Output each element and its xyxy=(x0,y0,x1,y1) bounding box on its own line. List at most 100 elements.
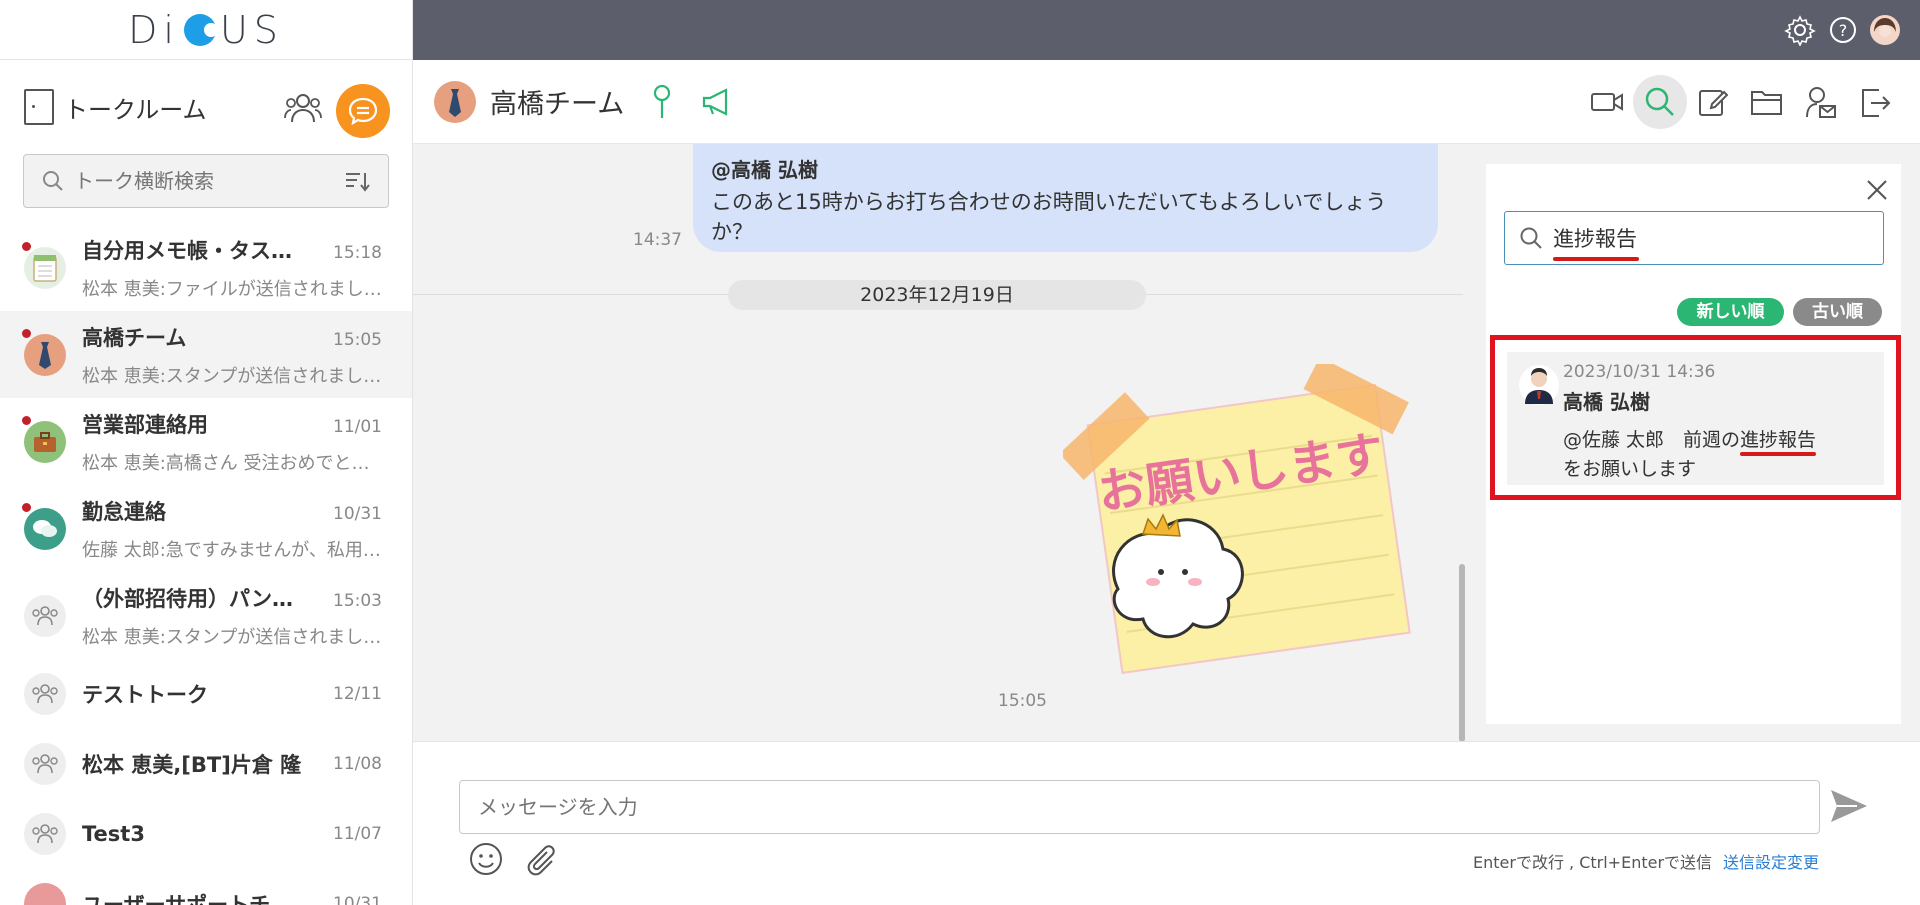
result-user-avatar xyxy=(1519,365,1559,405)
talk-item[interactable]: Test3 11/07 xyxy=(0,799,412,869)
send-icon[interactable] xyxy=(1828,786,1870,826)
talk-avatar xyxy=(24,813,66,855)
leave-talk-button[interactable] xyxy=(1851,78,1899,126)
user-avatar-icon[interactable] xyxy=(1869,14,1901,46)
message-mention: @高橋 弘樹 xyxy=(711,158,818,182)
talk-item[interactable]: 高橋チーム 15:05 松本 恵美:スタンプが送信されまし… xyxy=(0,311,412,398)
gear-icon[interactable] xyxy=(1784,14,1816,46)
logo-mark-icon xyxy=(183,13,218,46)
emoji-icon[interactable] xyxy=(469,842,503,876)
necktie-icon xyxy=(449,88,461,117)
video-camera-icon xyxy=(1591,93,1623,111)
message-search-input[interactable]: 進捗報告 xyxy=(1504,211,1884,265)
logo-text-left: Di xyxy=(128,7,180,52)
talk-name: Test3 xyxy=(82,822,145,846)
svg-text:?: ? xyxy=(1839,21,1848,40)
briefcase-icon xyxy=(34,431,56,452)
talk-item[interactable]: ユーザーサポートチ… 10/31 xyxy=(0,869,412,905)
logo-text-right: US xyxy=(219,7,284,52)
talk-time: 11/08 xyxy=(333,754,382,774)
talk-preview: 松本 恵美:高橋さん 受注おめでと… xyxy=(82,452,370,474)
talk-item[interactable]: テストトーク 12/11 xyxy=(0,659,412,729)
search-result-highlight-box: 2023/10/31 14:36 高橋 弘樹 @佐藤 太郎 前週の進捗報告をお願… xyxy=(1490,335,1901,500)
notepad-icon xyxy=(33,254,57,282)
result-text-after: をお願いします xyxy=(1563,458,1697,480)
talk-time: 10/31 xyxy=(333,503,382,524)
app-logo[interactable]: Di US xyxy=(128,8,284,52)
talk-avatar xyxy=(24,333,66,376)
talk-item[interactable]: （外部招待用）パン… 15:03 松本 恵美:スタンプが送信されまし… xyxy=(0,572,412,659)
result-text: @佐藤 太郎 前週の進捗報告をお願いします xyxy=(1563,426,1873,484)
message-scrollbar[interactable] xyxy=(1459,564,1465,741)
talk-time: 15:18 xyxy=(333,242,382,263)
talk-preview: 松本 恵美:スタンプが送信されまし… xyxy=(82,626,382,648)
chat-title: 高橋チーム xyxy=(490,89,625,120)
chat-avatar xyxy=(434,80,476,123)
sticker-image[interactable]: お願いします xyxy=(1063,364,1433,684)
sort-newest-button[interactable]: 新しい順 xyxy=(1677,298,1784,326)
search-result-card[interactable]: 2023/10/31 14:36 高橋 弘樹 @佐藤 太郎 前週の進捗報告をお願… xyxy=(1507,352,1884,485)
sticker-time: 15:05 xyxy=(998,691,1047,711)
talk-time: 10/31 xyxy=(333,894,382,905)
talk-time: 12/11 xyxy=(333,684,382,704)
result-highlight-term: 進捗報告 xyxy=(1740,429,1817,451)
group-icon xyxy=(32,824,58,844)
talk-avatar xyxy=(24,420,66,463)
send-hint: Enterで改行 , Ctrl+Enterで送信 xyxy=(1473,853,1713,872)
attachment-icon[interactable] xyxy=(523,842,557,876)
pin-icon[interactable] xyxy=(651,84,673,120)
sort-icon[interactable] xyxy=(344,170,370,192)
group-members-icon[interactable] xyxy=(284,92,322,124)
megaphone-icon[interactable] xyxy=(701,88,735,116)
talk-avatar xyxy=(24,743,66,785)
talk-search-input[interactable] xyxy=(74,169,344,193)
folder-icon xyxy=(1751,91,1782,115)
talk-item[interactable]: 松本 恵美,[BT]片倉 隆… 11/08 xyxy=(0,729,412,799)
talk-avatar xyxy=(24,883,66,905)
message-area: @高橋 弘樹 このあと15時からお打ち合わせのお時間いただいてもよろしいでしょう… xyxy=(413,144,1468,741)
message-text: このあと15時からお打ち合わせのお時間いただいてもよろしいでしょうか？ xyxy=(711,190,1387,244)
talk-name: 勤怠連絡 xyxy=(82,499,166,524)
unread-indicator xyxy=(22,503,31,512)
talk-avatar xyxy=(24,594,66,637)
result-date: 2023/10/31 14:36 xyxy=(1563,362,1716,382)
talk-item[interactable]: 勤怠連絡 10/31 佐藤 太郎:急ですみませんが、私用… xyxy=(0,485,412,572)
logo-bar: Di US xyxy=(0,0,412,60)
message-bubble[interactable]: @高橋 弘樹 このあと15時からお打ち合わせのお時間いただいてもよろしいでしょう… xyxy=(693,144,1438,252)
chat-bubbles-icon xyxy=(33,519,57,537)
talk-item[interactable]: 自分用メモ帳・タス… 15:18 松本 恵美:ファイルが送信されまし… xyxy=(0,224,412,311)
send-settings-link[interactable]: 送信設定変更 xyxy=(1723,849,1819,873)
talk-room-title: トークルーム xyxy=(64,95,207,124)
unread-indicator xyxy=(22,416,31,425)
talk-avatar xyxy=(24,507,66,550)
chat-header: 高橋チーム xyxy=(413,60,1920,144)
search-query: 進捗報告 xyxy=(1553,223,1639,261)
files-button[interactable] xyxy=(1743,78,1791,126)
video-call-button[interactable] xyxy=(1583,78,1631,126)
talk-time: 15:05 xyxy=(333,329,382,350)
message-search-button[interactable] xyxy=(1633,75,1687,129)
help-icon[interactable]: ? xyxy=(1827,14,1859,46)
sort-oldest-button[interactable]: 古い順 xyxy=(1793,298,1882,326)
close-icon[interactable] xyxy=(1865,178,1889,202)
group-icon xyxy=(32,754,58,774)
members-button[interactable] xyxy=(1797,78,1845,126)
new-talk-button[interactable] xyxy=(336,84,390,138)
result-author: 高橋 弘樹 xyxy=(1563,390,1650,414)
top-bar: ? xyxy=(413,0,1920,60)
talk-time: 11/01 xyxy=(333,416,382,437)
result-text-before: @佐藤 太郎 前週の xyxy=(1563,429,1741,451)
search-icon xyxy=(43,171,63,191)
search-icon xyxy=(1520,227,1542,249)
exit-icon xyxy=(1862,89,1891,117)
date-separator: 2023年12月19日 xyxy=(728,280,1146,310)
composer: Enterで改行 , Ctrl+Enterで送信 送信設定変更 xyxy=(413,741,1920,905)
talk-preview: 松本 恵美:スタンプが送信されまし… xyxy=(82,365,382,387)
talk-search-box xyxy=(23,154,389,208)
talk-avatar xyxy=(24,246,66,289)
message-input[interactable] xyxy=(459,780,1820,834)
group-icon xyxy=(32,684,58,704)
compose-button[interactable] xyxy=(1689,78,1737,126)
talk-item[interactable]: 営業部連絡用 11/01 松本 恵美:高橋さん 受注おめでと… xyxy=(0,398,412,485)
new-chat-icon xyxy=(348,97,378,125)
